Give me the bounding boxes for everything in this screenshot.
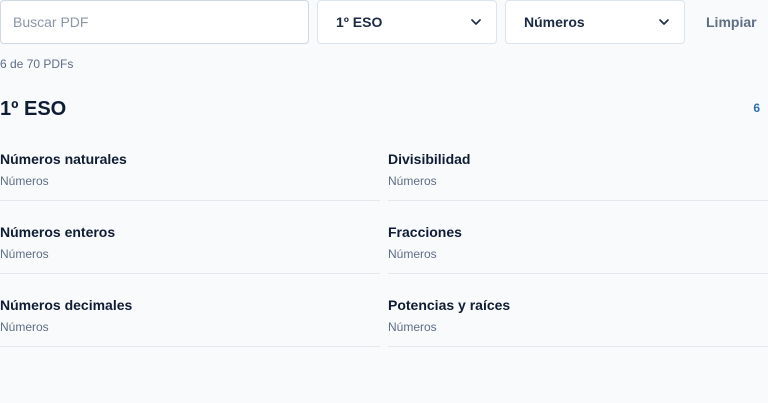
- pdf-card[interactable]: Potencias y raíces Números: [388, 283, 768, 347]
- topic-select-value: Números: [524, 14, 585, 30]
- chevron-down-icon: [470, 16, 482, 28]
- level-select[interactable]: 1º ESO: [317, 0, 497, 44]
- chevron-down-icon: [658, 16, 670, 28]
- clear-filters-button[interactable]: Limpiar: [698, 0, 768, 44]
- pdf-card-subtitle: Números: [0, 174, 49, 188]
- pdf-card-title: Potencias y raíces: [388, 297, 511, 313]
- pdf-library-page: 1º ESO Números Limpiar 6 de 70 PDFs 1º E…: [0, 0, 768, 403]
- pdf-card-subtitle: Números: [388, 247, 437, 261]
- section-title: 1º ESO: [0, 98, 67, 120]
- pdf-card[interactable]: Divisibilidad Números: [388, 137, 768, 201]
- results-count: 6 de 70 PDFs: [0, 57, 74, 71]
- pdf-card-title: Fracciones: [388, 224, 462, 240]
- level-select-value: 1º ESO: [336, 14, 383, 30]
- pdf-card-title: Divisibilidad: [388, 151, 471, 167]
- pdf-card-title: Números naturales: [0, 151, 127, 167]
- pdf-card-subtitle: Números: [388, 174, 437, 188]
- search-input[interactable]: [0, 0, 309, 44]
- pdf-card-subtitle: Números: [0, 320, 49, 334]
- pdf-card-title: Números enteros: [0, 224, 116, 240]
- pdf-card[interactable]: Números enteros Números: [0, 210, 380, 274]
- pdf-card[interactable]: Números naturales Números: [0, 137, 380, 201]
- pdf-card-subtitle: Números: [388, 320, 437, 334]
- pdf-card[interactable]: Fracciones Números: [388, 210, 768, 274]
- topic-select[interactable]: Números: [505, 0, 685, 44]
- pdf-card-subtitle: Números: [0, 247, 49, 261]
- pdf-card-title: Números decimales: [0, 297, 133, 313]
- filter-bar: 1º ESO Números Limpiar: [0, 0, 768, 44]
- section-count-badge: 6: [753, 101, 760, 115]
- pdf-card[interactable]: Números decimales Números: [0, 283, 380, 347]
